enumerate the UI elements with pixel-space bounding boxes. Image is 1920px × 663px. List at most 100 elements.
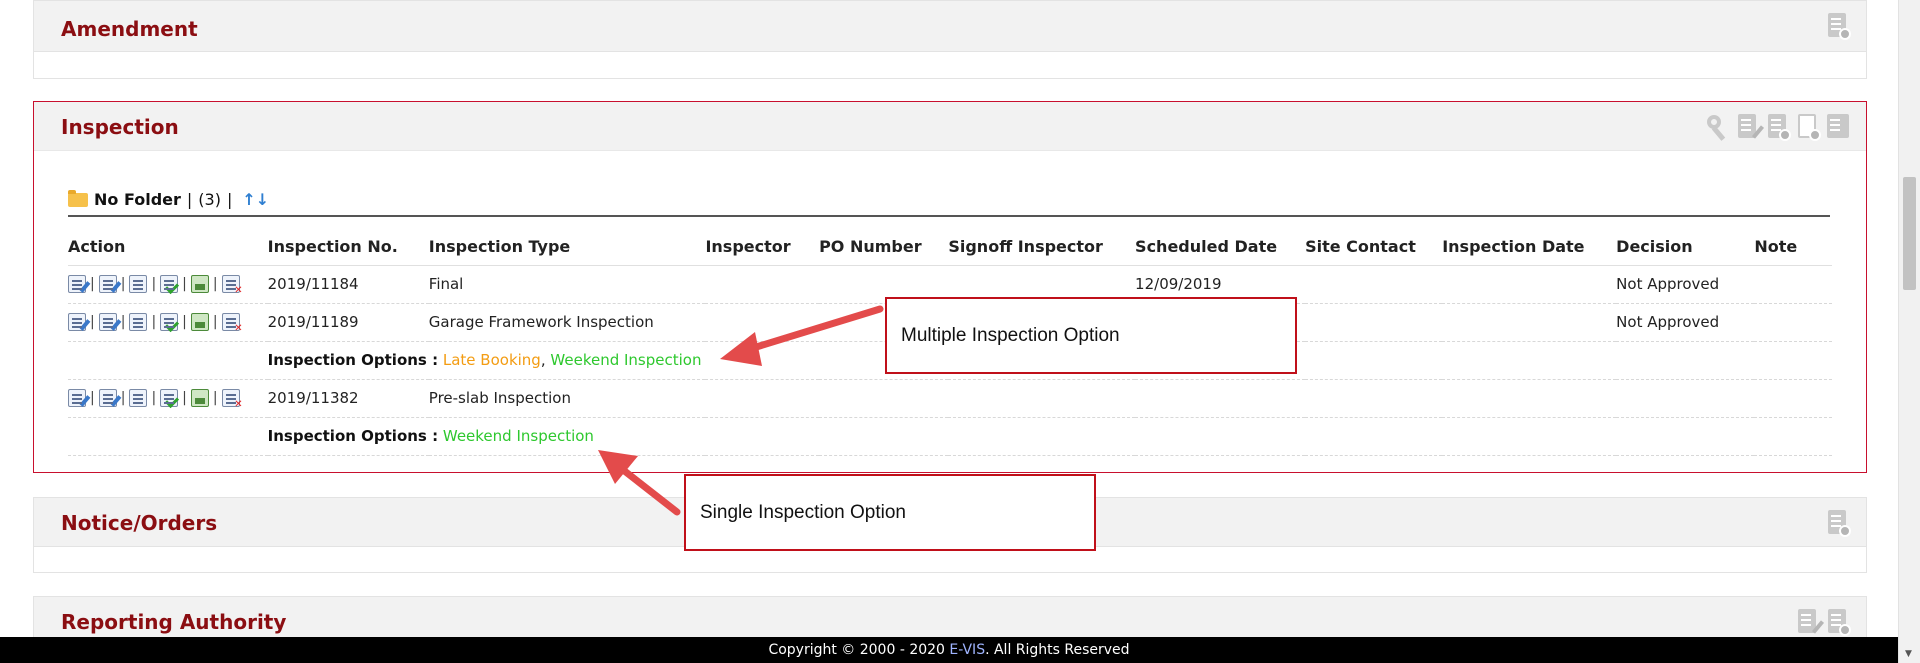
option-late-booking: Late Booking xyxy=(442,351,541,369)
delete-icon[interactable] xyxy=(221,389,243,410)
inspection-type: Final xyxy=(428,265,706,304)
reporting-authority-title: Reporting Authority xyxy=(61,610,287,634)
row-actions: | | | | | xyxy=(68,379,268,418)
col-decision: Decision xyxy=(1616,229,1755,266)
scroll-down-arrow[interactable]: ▼ xyxy=(1905,649,1912,659)
amendment-actions xyxy=(1824,11,1852,41)
scheduled-date xyxy=(1135,379,1306,418)
approve-icon[interactable] xyxy=(160,313,179,331)
inspect-icon[interactable] xyxy=(98,313,117,331)
amendment-panel: Amendment xyxy=(33,0,1867,79)
inspector xyxy=(705,379,820,418)
inspection-date xyxy=(1442,379,1617,418)
add-document-icon[interactable] xyxy=(1824,607,1852,637)
col-inspector: Inspector xyxy=(705,229,820,266)
site-contact xyxy=(1305,265,1443,304)
col-signoff-inspector: Signoff Inspector xyxy=(948,229,1136,266)
note xyxy=(1754,379,1832,418)
inspection-options: Inspection Options : Weekend Inspection xyxy=(267,417,1832,456)
image-icon[interactable] xyxy=(190,313,209,331)
folder-count: (3) xyxy=(198,190,221,209)
po-number xyxy=(819,379,949,418)
option-weekend-inspection: Weekend Inspection xyxy=(442,427,594,445)
inspector xyxy=(705,265,820,304)
folder-divider xyxy=(68,215,1830,217)
list-icon[interactable] xyxy=(129,313,148,331)
folder-name[interactable]: No Folder xyxy=(94,190,181,209)
footer-brand-link[interactable]: E-VIS xyxy=(949,642,985,658)
add-doc-icon[interactable] xyxy=(1764,112,1792,142)
col-inspection-type: Inspection Type xyxy=(428,229,706,266)
approve-icon[interactable] xyxy=(160,389,179,407)
col-inspection-date: Inspection Date xyxy=(1442,229,1617,266)
table-header-row: Action Inspection No. Inspection Type In… xyxy=(68,229,1832,266)
decision xyxy=(1616,379,1755,418)
inspection-actions xyxy=(1704,112,1852,142)
inspection-options-label: Inspection Options : xyxy=(267,351,439,369)
inspection-no-link[interactable]: 2019/11184 xyxy=(267,265,429,304)
inspection-options-label: Inspection Options : xyxy=(267,427,439,445)
folder-doc-icon[interactable] xyxy=(1824,112,1852,142)
option-weekend-inspection: Weekend Inspection xyxy=(550,351,702,369)
inspection-type: Garage Framework Inspection xyxy=(428,303,706,342)
footer: Copyright © 2000 - 2020 E-VIS. All Right… xyxy=(0,637,1898,663)
decision: Not Approved xyxy=(1616,303,1755,342)
key-icon[interactable] xyxy=(1704,112,1732,142)
inspection-title: Inspection xyxy=(61,115,179,139)
folder-icon xyxy=(68,189,88,207)
notice-orders-title: Notice/Orders xyxy=(61,511,218,535)
site-contact xyxy=(1305,379,1443,418)
row-actions: | | | | | xyxy=(68,265,268,304)
footer-prefix: Copyright © 2000 - 2020 xyxy=(768,642,950,658)
site-contact xyxy=(1305,303,1443,342)
table-row: | | | | | 2019/11382 Pre-slab Inspection xyxy=(68,379,1832,418)
delete-icon[interactable] xyxy=(221,313,243,334)
inspection-date xyxy=(1442,265,1617,304)
inspection-panel: Inspection No Folder | (3) | ↑↓ Action I… xyxy=(33,101,1867,473)
amendment-header: Amendment xyxy=(34,1,1866,52)
list-icon[interactable] xyxy=(129,389,148,407)
add-document-icon[interactable] xyxy=(1824,11,1852,41)
edit-doc-icon[interactable] xyxy=(1794,607,1825,637)
image-icon[interactable] xyxy=(190,275,209,293)
add-sheet-icon[interactable] xyxy=(1794,112,1822,142)
inspect-icon[interactable] xyxy=(98,275,117,293)
delete-icon[interactable] xyxy=(221,275,243,296)
inspector xyxy=(705,303,820,342)
sort-icon[interactable]: ↑↓ xyxy=(242,190,269,209)
signoff-inspector xyxy=(948,379,1136,418)
amendment-title: Amendment xyxy=(61,17,198,41)
col-po-number: PO Number xyxy=(819,229,949,266)
row-actions: | | | | | xyxy=(68,303,268,342)
scroll-thumb[interactable] xyxy=(1903,177,1916,290)
inspection-no-link[interactable]: 2019/11382 xyxy=(267,379,429,418)
list-icon[interactable] xyxy=(129,275,148,293)
col-action: Action xyxy=(68,229,268,266)
inspection-header: Inspection xyxy=(34,102,1866,151)
reporting-authority-actions xyxy=(1794,607,1852,637)
inspection-no-link[interactable]: 2019/11189 xyxy=(267,303,429,342)
page: Amendment Inspection No Folder | (3) | ↑… xyxy=(0,0,1920,663)
edit-doc-icon[interactable] xyxy=(1734,112,1765,142)
approve-icon[interactable] xyxy=(160,275,179,293)
notice-orders-actions xyxy=(1824,508,1852,538)
edit-icon[interactable] xyxy=(68,389,86,407)
callout-multiple-option: Multiple Inspection Option xyxy=(885,297,1297,374)
col-scheduled-date: Scheduled Date xyxy=(1135,229,1306,266)
folder-separator-2: | xyxy=(226,190,233,209)
footer-suffix: . All Rights Reserved xyxy=(985,642,1130,658)
col-inspection-no: Inspection No. xyxy=(267,229,429,266)
add-document-icon[interactable] xyxy=(1824,508,1852,538)
vertical-scrollbar[interactable]: ▼ xyxy=(1898,0,1920,663)
col-note: Note xyxy=(1754,229,1832,266)
inspection-options-row: Inspection Options : Weekend Inspection xyxy=(68,417,1832,456)
inspection-type: Pre-slab Inspection xyxy=(428,379,706,418)
edit-icon[interactable] xyxy=(68,313,86,331)
inspect-icon[interactable] xyxy=(98,389,117,407)
folder-separator: | xyxy=(186,190,193,209)
image-icon[interactable] xyxy=(190,389,209,407)
folder-row: No Folder | (3) | ↑↓ xyxy=(68,189,269,209)
note xyxy=(1754,303,1832,342)
edit-icon[interactable] xyxy=(68,275,86,293)
option-separator: , xyxy=(540,351,546,369)
